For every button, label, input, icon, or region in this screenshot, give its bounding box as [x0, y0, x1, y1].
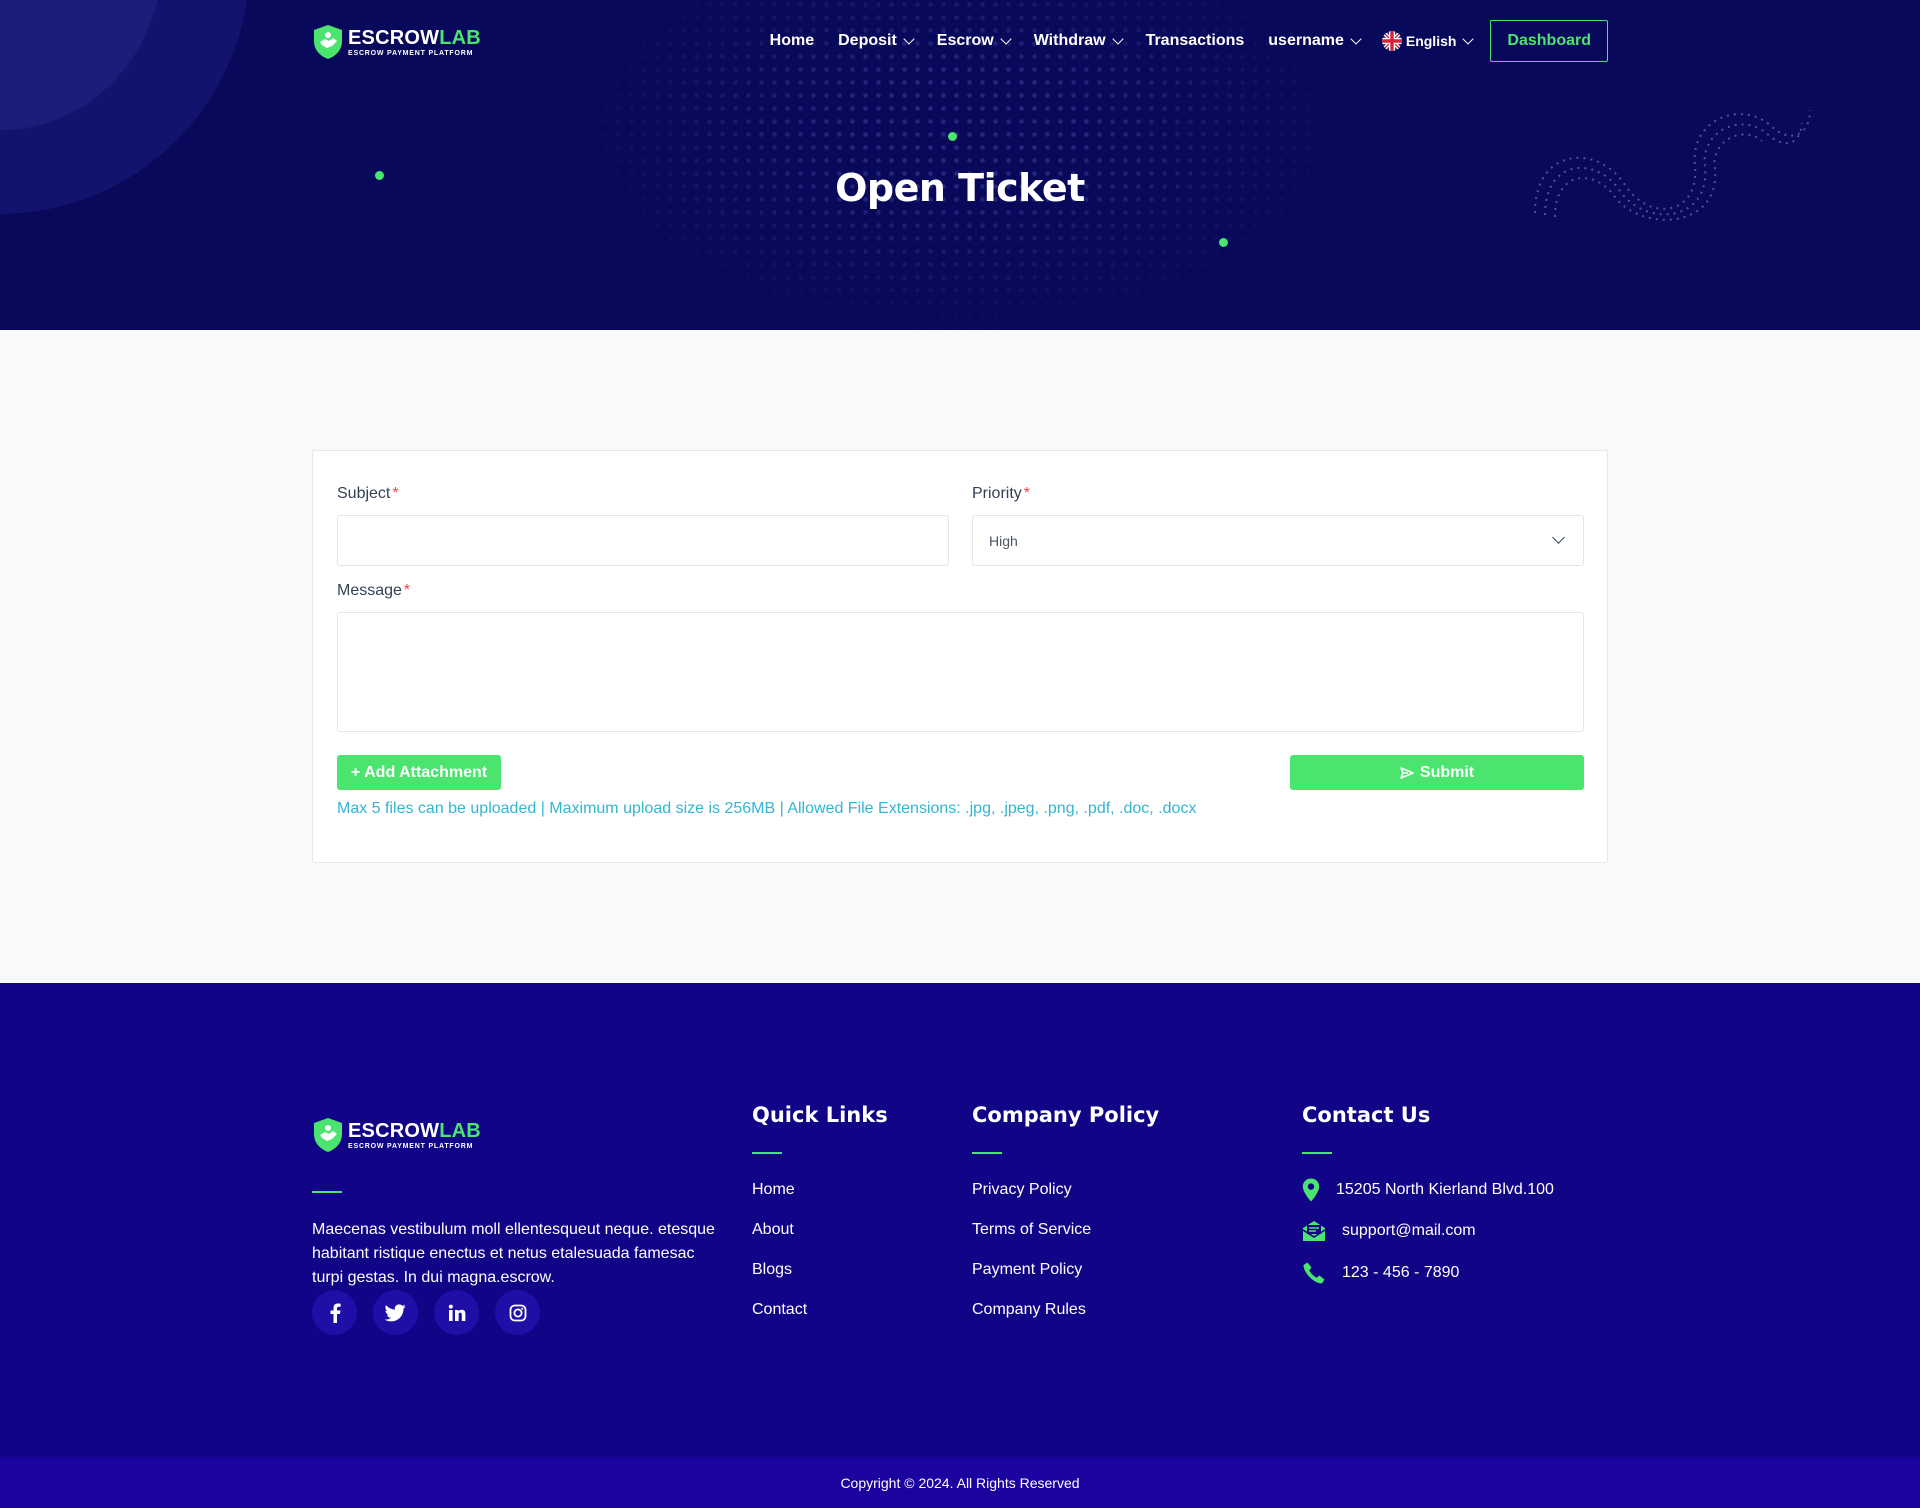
footer-link-about[interactable]: About	[752, 1220, 807, 1260]
top-navbar: ESCROWLAB ESCROW PAYMENT PLATFORM Home D…	[312, 20, 1608, 64]
message-textarea[interactable]	[337, 612, 1584, 732]
location-pin-icon	[1302, 1178, 1320, 1202]
chevron-down-icon	[1111, 32, 1124, 45]
copyright-text: Copyright © 2024. All Rights Reserved	[840, 1474, 1080, 1491]
required-mark: *	[1023, 485, 1031, 502]
nav-item-label: Deposit	[838, 32, 897, 49]
contact-phone[interactable]: 123 - 456 - 7890	[1302, 1261, 1459, 1285]
chevron-down-icon	[1462, 32, 1475, 45]
footer-divider	[972, 1152, 1002, 1154]
message-label-text: Message	[337, 582, 402, 599]
submit-button[interactable]: Submit	[1290, 755, 1584, 790]
submit-label: Submit	[1419, 763, 1475, 781]
footer-link-terms-of-service[interactable]: Terms of Service	[972, 1220, 1091, 1260]
brand-name-accent: LAB	[439, 26, 481, 49]
shield-logo-icon	[314, 25, 342, 59]
nav-item-escrow[interactable]: Escrow	[936, 32, 1012, 50]
contact-address-text: 15205 North Kierland Blvd.100	[1336, 1181, 1554, 1198]
decorative-dot	[948, 132, 957, 141]
message-label: Message *	[337, 582, 410, 600]
brand-logo[interactable]: ESCROWLAB ESCROW PAYMENT PLATFORM	[312, 24, 481, 60]
dashboard-button[interactable]: Dashboard	[1490, 20, 1608, 62]
contact-address: 15205 North Kierland Blvd.100	[1302, 1178, 1554, 1202]
subject-label-text: Subject	[337, 485, 391, 502]
priority-label: Priority *	[972, 485, 1030, 503]
upload-limits-note: Max 5 files can be uploaded | Maximum up…	[337, 800, 1197, 817]
priority-label-text: Priority	[972, 485, 1022, 502]
hero-banner: ESCROWLAB ESCROW PAYMENT PLATFORM Home D…	[0, 0, 1920, 330]
phone-icon	[1303, 1262, 1325, 1284]
footer-divider	[312, 1191, 342, 1193]
open-ticket-form: Subject * Priority * High Message * + Add A…	[312, 450, 1608, 863]
page-title: Open Ticket	[835, 166, 1085, 210]
contact-email[interactable]: support@mail.com	[1302, 1220, 1476, 1242]
decorative-dot	[1219, 238, 1228, 247]
footer-link-privacy-policy[interactable]: Privacy Policy	[972, 1180, 1091, 1220]
footer-divider	[1302, 1152, 1332, 1154]
nav-item-label: Withdraw	[1033, 32, 1106, 49]
footer-link-company-rules[interactable]: Company Rules	[972, 1300, 1091, 1340]
subject-label: Subject *	[337, 485, 399, 503]
nav-item-label: Home	[769, 32, 815, 49]
chevron-down-icon	[1552, 531, 1565, 544]
username-label: username	[1268, 32, 1344, 49]
site-footer	[0, 983, 1920, 1457]
company-policy-list: Privacy Policy Terms of Service Payment …	[972, 1180, 1091, 1340]
add-attachment-label: + Add Attachment	[350, 763, 488, 781]
footer-link-home[interactable]: Home	[752, 1180, 807, 1220]
contact-us-heading: Contact Us	[1302, 1103, 1431, 1127]
brand-tagline: ESCROW PAYMENT PLATFORM	[348, 49, 474, 57]
instagram-icon[interactable]	[495, 1290, 540, 1335]
copyright-bar: Copyright © 2024. All Rights Reserved	[0, 1457, 1920, 1508]
user-menu[interactable]: username	[1268, 32, 1362, 50]
contact-email-text: support@mail.com	[1342, 1222, 1476, 1239]
chevron-down-icon	[903, 32, 915, 45]
language-label: English	[1405, 33, 1457, 49]
language-selector[interactable]: English	[1381, 31, 1475, 51]
footer-logo[interactable]: ESCROWLAB ESCROW PAYMENT PLATFORM	[312, 1117, 481, 1153]
uk-flag-icon	[1381, 31, 1402, 51]
footer-divider	[752, 1152, 782, 1154]
linkedin-icon[interactable]	[434, 1290, 479, 1335]
nav-item-withdraw[interactable]: Withdraw	[1033, 32, 1124, 50]
nav-item-deposit[interactable]: Deposit	[838, 32, 915, 50]
facebook-icon[interactable]	[312, 1290, 357, 1335]
send-icon	[1400, 766, 1414, 779]
quick-links-list: Home About Blogs Contact	[752, 1180, 807, 1340]
brand-name: ESCROW	[348, 26, 440, 49]
subject-input[interactable]	[337, 515, 949, 566]
priority-select[interactable]: High	[972, 515, 1584, 566]
quick-links-heading: Quick Links	[752, 1103, 888, 1127]
brand-name: ESCROW	[348, 1119, 440, 1142]
nav-item-home[interactable]: Home	[770, 32, 814, 50]
nav-item-transactions[interactable]: Transactions	[1146, 32, 1245, 50]
footer-about-text: Maecenas vestibulum moll ellentesqueut n…	[312, 1221, 715, 1286]
mail-icon	[1302, 1221, 1326, 1241]
priority-selected-value: High	[989, 532, 1018, 549]
brand-name-accent: LAB	[439, 1119, 481, 1142]
contact-phone-text: 123 - 456 - 7890	[1342, 1264, 1460, 1281]
required-mark: *	[392, 485, 399, 502]
brand-tagline: ESCROW PAYMENT PLATFORM	[348, 1142, 474, 1150]
footer-link-payment-policy[interactable]: Payment Policy	[972, 1260, 1091, 1300]
chevron-down-icon	[1000, 32, 1012, 45]
nav-item-label: Transactions	[1145, 32, 1245, 49]
twitter-icon[interactable]	[373, 1290, 418, 1335]
shield-logo-icon	[314, 1118, 342, 1152]
required-mark: *	[403, 582, 411, 599]
footer-link-blogs[interactable]: Blogs	[752, 1260, 807, 1300]
nav-menu: Home Deposit Escrow Withdraw Transaction…	[770, 20, 1608, 62]
add-attachment-button[interactable]: + Add Attachment	[337, 755, 501, 790]
social-links	[312, 1290, 556, 1335]
chevron-down-icon	[1350, 32, 1362, 45]
footer-link-contact[interactable]: Contact	[752, 1300, 807, 1340]
company-policy-heading: Company Policy	[972, 1103, 1160, 1127]
nav-item-label: Escrow	[936, 32, 994, 49]
